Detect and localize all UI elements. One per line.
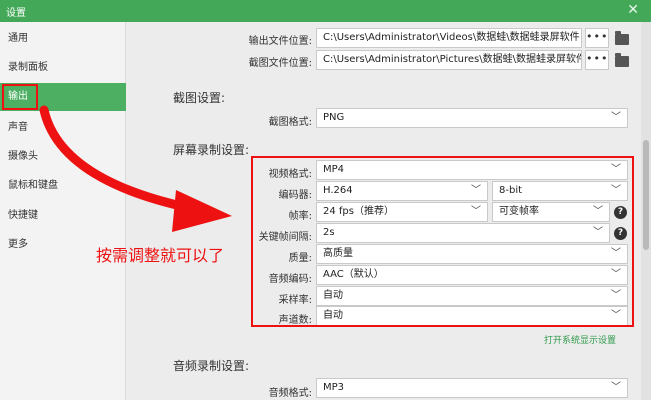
annotation-arrow-shaft [39, 105, 195, 213]
annotation-text: 按需调整就可以了 [96, 246, 225, 265]
annotation-arrow-head [172, 190, 232, 232]
annotation-arrow [39, 105, 232, 232]
